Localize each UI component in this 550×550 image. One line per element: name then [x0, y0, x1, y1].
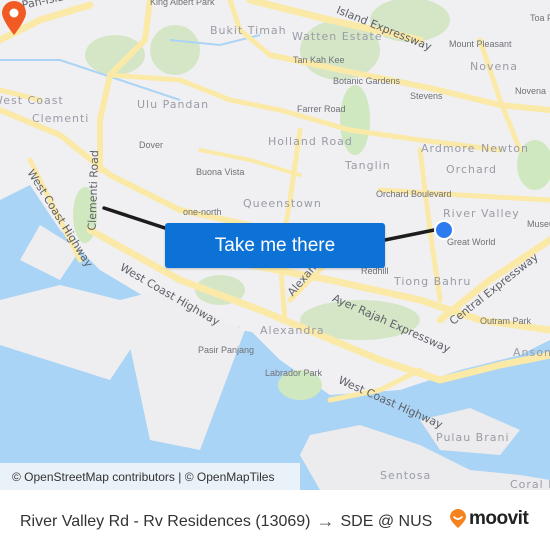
map-label-poi: Museum	[527, 219, 550, 229]
map-label-area: Sentosa	[380, 469, 432, 482]
map-label-poi: Outram Park	[480, 316, 532, 326]
map-label-poi: King Albert Park	[150, 0, 215, 7]
map[interactable]: Bukit Timah Watten Estate Novena Ulu Pan…	[0, 0, 550, 490]
map-label-poi: one-north	[183, 207, 222, 217]
map-label-area: Queenstown	[243, 197, 322, 210]
map-label-area: River Valley	[443, 207, 520, 220]
map-label-road: Clementi Road	[85, 149, 102, 231]
moovit-pin-icon	[450, 509, 466, 528]
map-label-area: Tanglin	[345, 159, 391, 172]
destination-pin-icon[interactable]	[0, 0, 28, 36]
map-label-area: Holland Road	[268, 135, 353, 148]
map-label-poi: Novena	[515, 86, 547, 96]
map-label-poi: Botanic Gardens	[333, 76, 401, 86]
map-label-area: Coral Island	[510, 478, 550, 490]
map-label-poi: Labrador Park	[265, 368, 323, 378]
map-label-poi: Farrer Road	[297, 104, 346, 114]
map-label-area: Bukit Timah	[210, 24, 287, 37]
map-label-area: Tiong Bahru	[394, 275, 472, 288]
take-me-there-button[interactable]: Take me there	[165, 223, 385, 268]
map-label-area: Clementi	[32, 112, 90, 125]
map-label-poi: Mount Pleasant	[449, 39, 512, 49]
map-label-poi: Orchard Boulevard	[376, 189, 452, 199]
moovit-wordmark: moovit	[469, 508, 529, 529]
origin-dot-icon[interactable]	[434, 220, 454, 240]
map-attribution[interactable]: © OpenStreetMap contributors | © OpenMap…	[0, 463, 300, 490]
map-label-area: Ulu Pandan	[137, 98, 210, 111]
map-label-poi: Pasir Panjang	[198, 345, 255, 355]
map-label-poi: Buona Vista	[196, 167, 245, 177]
map-label-area: Novena	[470, 60, 518, 73]
map-label-area: Orchard	[446, 163, 498, 176]
moovit-logo[interactable]: moovit	[449, 508, 529, 530]
map-label-area: Newton	[481, 142, 530, 155]
map-label-poi: Stevens	[410, 91, 443, 101]
map-label-area: Pulau Brani	[436, 431, 510, 444]
map-label-area: Alexandra	[260, 324, 325, 337]
map-label-area: West Coast	[0, 94, 64, 107]
map-label-poi: Redhill	[361, 266, 389, 276]
map-label-poi: Toa Payoh	[530, 13, 550, 23]
destination-name: SDE @ NUS	[340, 512, 433, 530]
map-label-area: Anson	[513, 346, 550, 359]
map-label-poi: Great World	[447, 237, 496, 247]
map-label-poi: Tan Kah Kee	[293, 55, 345, 65]
park	[150, 25, 200, 75]
map-label-poi: Dover	[139, 140, 164, 150]
map-label-area: Ardmore	[421, 142, 476, 155]
route-summary: River Valley Rd - Rv Residences (13069) …	[20, 511, 432, 532]
origin-stop-name: River Valley Rd - Rv Residences (13069)	[20, 512, 311, 530]
map-label-area: Watten Estate	[292, 30, 383, 43]
arrow-right-icon: →	[316, 511, 335, 531]
